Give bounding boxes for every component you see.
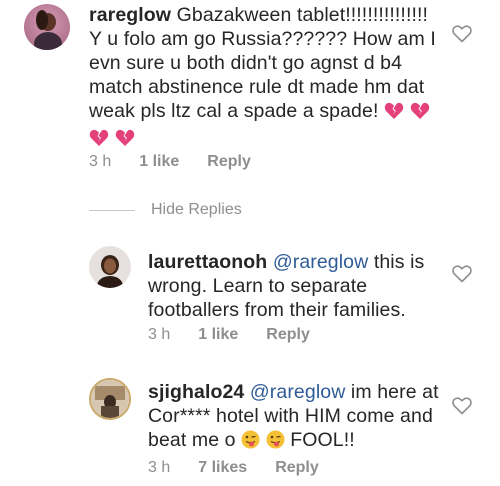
tongue-wink-emoji [241,430,260,455]
broken-heart-emoji [410,102,430,126]
reply-button[interactable]: Reply [207,153,251,171]
hide-replies-label[interactable]: Hide Replies [151,201,242,219]
reply-username[interactable]: laurettaonoh [148,251,267,273]
broken-heart-emoji [89,129,109,153]
reply-likes[interactable]: 1 like [198,326,238,344]
like-heart-icon[interactable] [452,265,472,283]
avatar[interactable] [89,378,131,420]
like-heart-icon[interactable] [452,397,472,415]
reply-text-end: FOOL!! [290,429,355,451]
reply-time: 3 h [148,459,171,476]
reply-likes[interactable]: 7 likes [198,459,247,477]
reply-username[interactable]: sjighalo24 [148,381,244,403]
mention-link[interactable]: @rareglow [273,251,368,273]
broken-heart-emoji [115,129,135,153]
reply-button[interactable]: Reply [266,326,310,344]
reply-button[interactable]: Reply [275,459,319,477]
comment-username[interactable]: rareglow [89,4,171,26]
comment-likes[interactable]: 1 like [139,153,179,171]
like-heart-icon[interactable] [452,25,472,43]
tongue-wink-emoji [266,430,285,455]
avatar[interactable] [89,246,131,288]
comment-time: 3 h [89,153,112,170]
reply-time: 3 h [148,326,171,343]
mention-link[interactable]: @rareglow [250,381,345,403]
hide-replies-toggle[interactable]: Hide Replies [89,201,242,219]
avatar[interactable] [24,4,70,50]
broken-heart-emoji [384,102,404,126]
divider [89,209,135,211]
